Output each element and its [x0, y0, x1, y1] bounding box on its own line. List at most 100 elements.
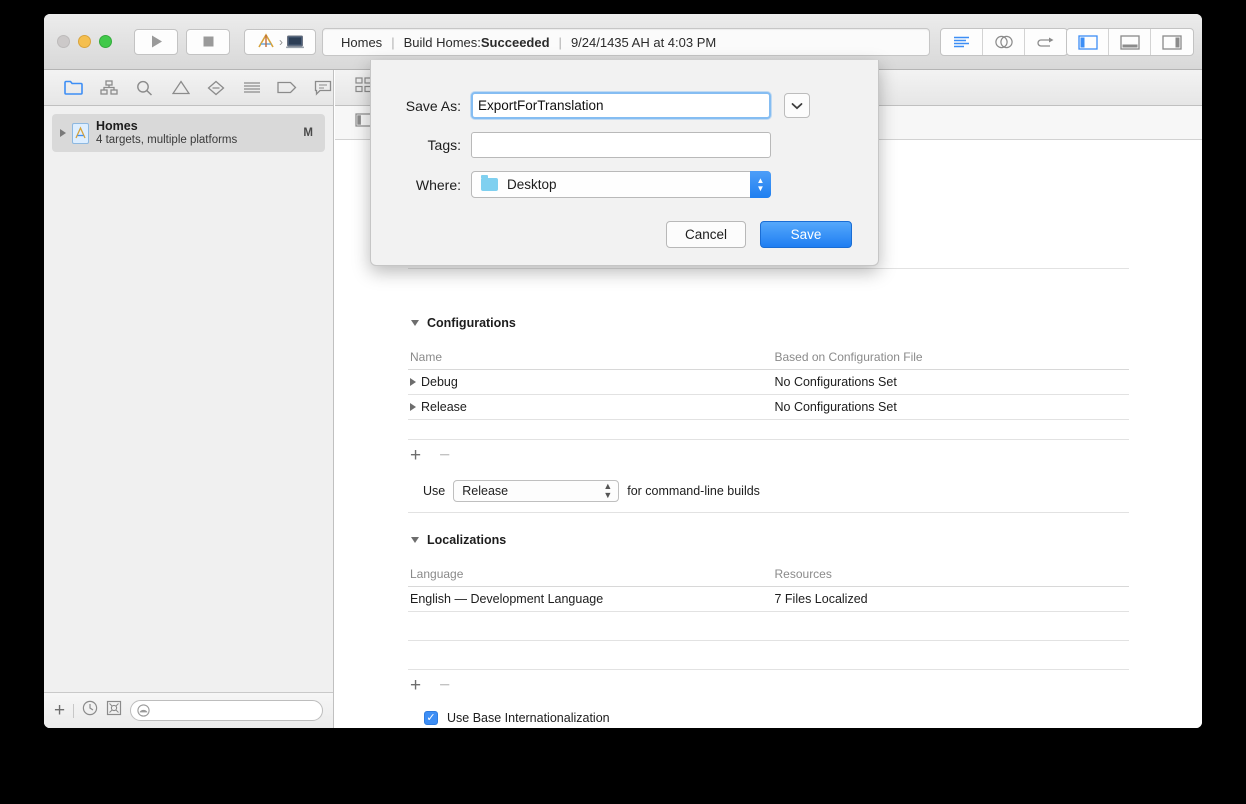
project-navigator: Homes 4 targets, multiple platforms M +	[44, 106, 334, 728]
configurations-table: Name Based on Configuration File Debug N…	[408, 346, 1129, 420]
scheme-selector[interactable]: ›	[244, 28, 316, 55]
base-internationalization-checkbox[interactable]: ✓	[424, 711, 438, 725]
where-location-value: Desktop	[507, 177, 557, 192]
command-line-build-row: Use Release ▲ ▼ for command-line builds	[335, 470, 1202, 512]
scheme-chevron-icon: ›	[279, 34, 283, 49]
disclosure-triangle-icon[interactable]	[60, 129, 66, 137]
bottom-bar-divider	[73, 703, 75, 718]
expand-browser-button[interactable]	[784, 93, 810, 118]
base-internationalization-row: ✓ Use Base Internationalization	[335, 700, 1202, 728]
filter-input[interactable]	[130, 700, 323, 721]
sidebar-project-labels: Homes 4 targets, multiple platforms	[96, 119, 303, 147]
run-button[interactable]	[134, 28, 178, 55]
config-basedon-release: No Configurations Set	[768, 394, 1129, 420]
report-navigator-icon[interactable]	[313, 78, 333, 98]
zoom-button[interactable]	[99, 35, 112, 48]
add-configuration-button[interactable]: +	[410, 446, 421, 465]
editor-mode-segmented-control	[940, 28, 1068, 56]
debug-area-toggle-button[interactable]	[1109, 29, 1151, 55]
disclosure-triangle-icon[interactable]	[411, 320, 419, 326]
filter-source-icon[interactable]	[106, 700, 122, 721]
title-separator-1: |	[391, 34, 395, 50]
disclosure-triangle-icon[interactable]	[410, 403, 416, 411]
column-header-name: Name	[408, 346, 769, 370]
add-localization-button[interactable]: +	[410, 676, 421, 695]
assistant-editor-button[interactable]	[983, 29, 1025, 55]
activity-title-field: Homes | Build Homes: Succeeded | 9/24/14…	[322, 28, 930, 56]
localizations-section-header[interactable]: Localizations	[335, 527, 1202, 553]
tags-input[interactable]	[471, 132, 771, 158]
tags-row: Tags:	[371, 132, 878, 158]
sheet-button-group: Cancel Save	[666, 221, 852, 248]
table-row[interactable]: Debug No Configurations Set	[408, 369, 1129, 395]
issue-navigator-icon[interactable]	[171, 78, 191, 98]
xcode-scheme-icon	[258, 33, 274, 48]
config-name-cell: Debug	[408, 369, 769, 395]
symbol-navigator-icon[interactable]	[100, 78, 120, 98]
config-basedon-debug: No Configurations Set	[768, 369, 1129, 395]
configurations-section-header[interactable]: Configurations	[335, 310, 1202, 336]
test-navigator-icon[interactable]	[206, 78, 226, 98]
sidebar-item-project-homes[interactable]: Homes 4 targets, multiple platforms M	[52, 114, 325, 152]
occluded-row-divider	[408, 268, 1129, 269]
version-editor-icon	[1037, 37, 1054, 47]
title-separator-2: |	[558, 34, 562, 50]
title-status: Succeeded	[480, 34, 550, 50]
tags-label: Tags:	[427, 137, 461, 153]
localizations-add-remove: + −	[335, 670, 1202, 700]
close-button[interactable]	[57, 35, 70, 48]
localization-language-english: English — Development Language	[408, 586, 769, 612]
add-file-button[interactable]: +	[54, 701, 65, 720]
title-action: Build Homes:	[403, 34, 481, 50]
save-as-input[interactable]	[471, 92, 771, 119]
debug-navigator-icon[interactable]	[242, 78, 262, 98]
destination-mac-icon	[286, 35, 304, 48]
play-icon	[151, 35, 162, 48]
debug-panel-icon	[1119, 34, 1140, 50]
disclosure-triangle-icon[interactable]	[411, 537, 419, 543]
localizations-empty-row-2	[408, 641, 1129, 670]
folder-icon	[481, 175, 498, 191]
chevron-down-icon: ▼	[756, 183, 765, 193]
utilities-panel-icon	[1162, 34, 1182, 50]
disclosure-triangle-icon[interactable]	[410, 378, 416, 386]
localizations-title: Localizations	[427, 533, 507, 547]
navigator-panel-icon	[1077, 34, 1098, 50]
utilities-toggle-button[interactable]	[1151, 29, 1193, 55]
config-name-debug: Debug	[421, 375, 458, 389]
table-row[interactable]: English — Development Language 7 Files L…	[408, 586, 1129, 612]
where-location-popup[interactable]: Desktop ▲ ▼	[471, 171, 771, 198]
chevron-down-icon	[791, 102, 803, 109]
xcode-window: › Homes | Build Homes: Succeeded | 9/24/…	[44, 14, 1202, 728]
navigator-toggle-button[interactable]	[1067, 29, 1109, 55]
table-row[interactable]: Release No Configurations Set	[408, 394, 1129, 420]
cancel-button[interactable]: Cancel	[666, 221, 746, 248]
minimize-button[interactable]	[78, 35, 91, 48]
standard-editor-button[interactable]	[941, 29, 983, 55]
breakpoint-navigator-icon[interactable]	[277, 78, 297, 98]
version-editor-button[interactable]	[1025, 29, 1067, 55]
section-divider	[408, 512, 1129, 513]
find-navigator-icon[interactable]	[135, 78, 155, 98]
project-navigator-icon[interactable]	[64, 78, 84, 98]
title-timestamp: 9/24/1435 AH at 4:03 PM	[570, 34, 717, 50]
navigator-bottom-bar: +	[44, 692, 333, 728]
xcode-project-icon	[72, 122, 89, 144]
configurations-empty-row	[408, 420, 1129, 440]
remove-localization-button: −	[439, 674, 451, 696]
recent-files-icon[interactable]	[82, 700, 98, 721]
configurations-title: Configurations	[427, 316, 516, 330]
assistant-editor-icon	[994, 35, 1013, 49]
stop-button[interactable]	[186, 28, 230, 55]
save-as-label: Save As:	[405, 97, 461, 114]
table-header-row: Name Based on Configuration File	[408, 346, 1129, 370]
base-internationalization-label: Use Base Internationalization	[447, 711, 610, 725]
command-line-config-select[interactable]: Release	[453, 480, 620, 502]
standard-editor-icon	[954, 36, 969, 47]
stop-icon	[203, 36, 213, 47]
column-header-language: Language	[408, 563, 769, 587]
localization-resources-english: 7 Files Localized	[768, 586, 1129, 612]
where-stepper-arrows[interactable]: ▲ ▼	[750, 171, 771, 198]
localizations-table: Language Resources English — Development…	[408, 563, 1129, 612]
save-button[interactable]: Save	[760, 221, 852, 248]
